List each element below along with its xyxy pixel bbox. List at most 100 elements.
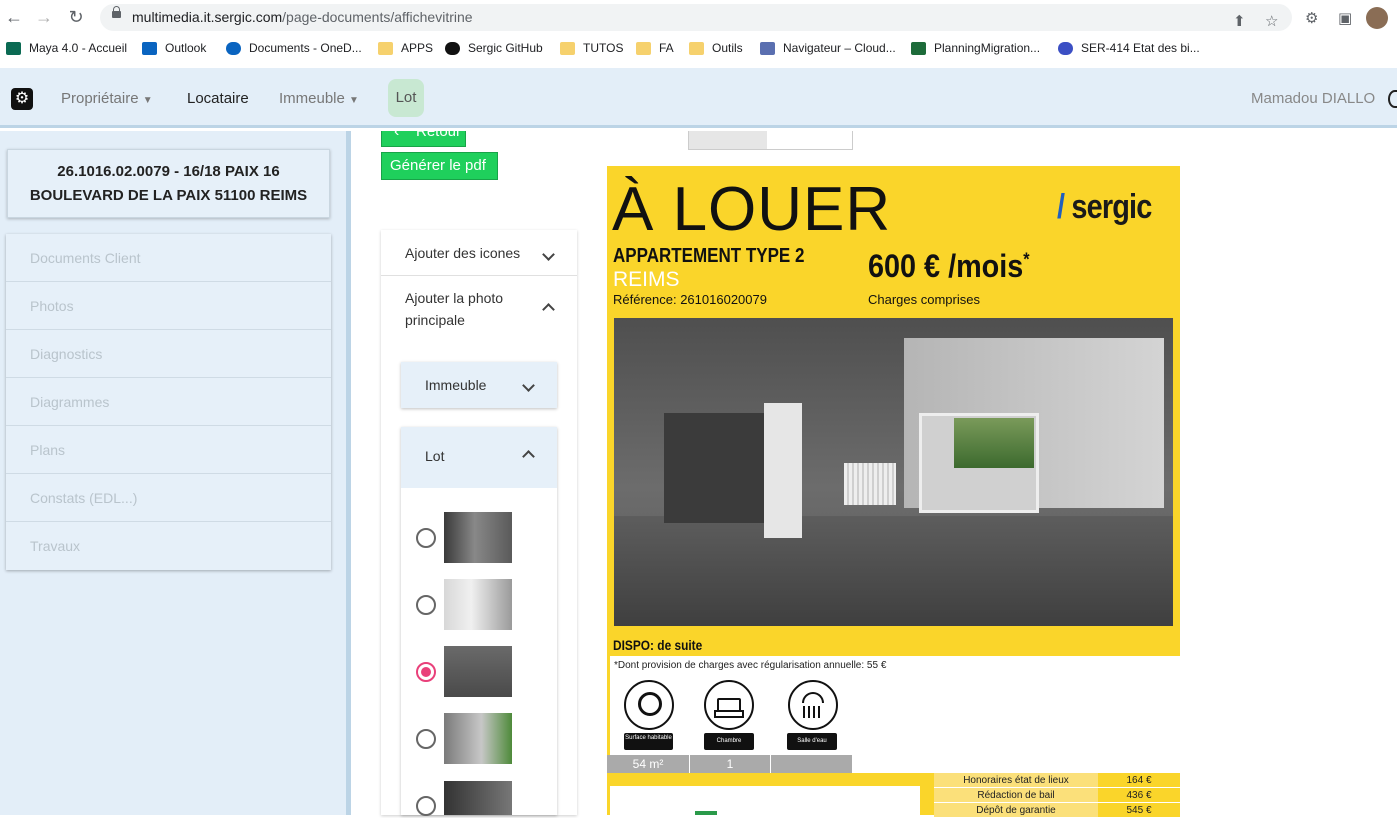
fees-table: Honoraires état de lieux 164 € Rédaction … (934, 773, 1180, 818)
extensions-icon[interactable]: ⚙ (1305, 9, 1318, 27)
lot-address-card: 26.1016.02.0079 - 16/18 PAIX 16 BOULEVAR… (7, 149, 330, 218)
spinner-icon (1388, 90, 1397, 108)
forward-arrow-icon[interactable]: → (33, 6, 55, 28)
folder-icon (689, 41, 704, 55)
salle-eau-value (771, 755, 852, 773)
bookmark-onedrive[interactable]: Documents - OneD... (226, 41, 362, 55)
back-arrow-icon[interactable]: ← (3, 6, 25, 28)
bookmark-maya[interactable]: Maya 4.0 - Accueil (6, 41, 127, 55)
photo-thumbnail-4[interactable] (444, 713, 512, 764)
photo-thumbnail-2[interactable] (444, 579, 512, 630)
bookmark-planning[interactable]: PlanningMigration... (911, 41, 1040, 55)
profile-avatar[interactable] (1366, 7, 1388, 29)
lock-icon (112, 6, 121, 20)
photo-radio-3-selected[interactable] (416, 662, 436, 682)
bookmark-outils[interactable]: Outils (689, 41, 743, 55)
nav-locataire[interactable]: Locataire (187, 90, 249, 107)
bed-icon (704, 680, 754, 730)
app-navbar: ⚙ Propriétaire ▼ Locataire Immeuble ▼ Lo… (0, 68, 1397, 128)
flyer-type: APPARTEMENT TYPE 2 (613, 245, 805, 267)
back-chevron-icon: ‹ (394, 131, 400, 140)
menu-diagrammes[interactable]: Diagrammes (6, 378, 331, 426)
photo-radio-4[interactable] (416, 729, 436, 749)
folder-icon (560, 41, 575, 55)
accordion-lot-header[interactable]: Lot (401, 427, 557, 488)
accordion-ajouter-icones[interactable]: Ajouter des icones (381, 230, 577, 276)
bookmark-navigateur[interactable]: Navigateur – Cloud... (760, 41, 896, 55)
chevron-up-icon (522, 450, 535, 463)
photo-thumbnail-3[interactable] (444, 646, 512, 697)
chambres-value: 1 (690, 755, 770, 773)
flyer-provision: *Dont provision de charges avec régulari… (614, 660, 887, 671)
photo-radio-2[interactable] (416, 595, 436, 615)
outlook-icon (142, 41, 157, 55)
sharepoint-icon (6, 41, 21, 55)
main-apartment-photo (614, 318, 1173, 626)
floor (614, 516, 1173, 626)
flyer-reference: Référence: 261016020079 (613, 292, 767, 307)
photo-radio-1[interactable] (416, 528, 436, 548)
caret-down-icon: ▼ (142, 95, 153, 106)
menu-diagnostics[interactable]: Diagnostics (6, 330, 331, 378)
chevron-down-icon (522, 379, 535, 392)
accordion-ajouter-photo[interactable]: Ajouter la photo principale (381, 277, 577, 343)
documents-menu: Documents Client Photos Diagnostics Diag… (6, 234, 331, 570)
address-bar[interactable]: multimedia.it.sergic.com/page-documents/… (100, 4, 1292, 31)
photo-thumbnail-1[interactable] (444, 512, 512, 563)
flyer-price: 600 € /mois* (868, 248, 1030, 284)
menu-travaux[interactable]: Travaux (6, 522, 331, 570)
side-panel-icon[interactable]: ▣ (1338, 9, 1352, 27)
browser-toolbar: ← → ↻ multimedia.it.sergic.com/page-docu… (0, 0, 1397, 35)
gear-icon[interactable]: ⚙ (11, 88, 33, 110)
retour-button[interactable]: ‹ Retour (381, 131, 466, 147)
view-toggle[interactable] (688, 131, 853, 150)
bookmark-ser414[interactable]: SER-414 Etat des bi... (1058, 41, 1200, 55)
surface-tape-icon (624, 680, 674, 730)
sergic-logo: / sergic (1057, 188, 1152, 226)
flyer-city: REIMS (613, 268, 680, 291)
hallway (664, 413, 764, 523)
menu-photos[interactable]: Photos (6, 282, 331, 330)
jira-icon (1058, 41, 1073, 55)
green-mark (695, 811, 717, 815)
nav-immeuble[interactable]: Immeuble ▼ (279, 90, 359, 107)
caret-down-icon: ▼ (349, 95, 359, 106)
nav-proprietaire[interactable]: Propriétaire ▼ (61, 90, 153, 107)
fee-row: Honoraires état de lieux 164 € (934, 773, 1180, 788)
share-icon[interactable]: ⬆ (1233, 12, 1246, 30)
bookmark-apps[interactable]: APPS (378, 41, 433, 55)
fee-row: Rédaction de bail 436 € (934, 788, 1180, 803)
photo-radio-5[interactable] (416, 796, 436, 816)
user-name[interactable]: Mamadou DIALLO (1251, 90, 1375, 107)
menu-plans[interactable]: Plans (6, 426, 331, 474)
excel-icon (911, 41, 926, 55)
folder-icon (378, 41, 393, 55)
icon-label-surface: Surface habitable (624, 733, 673, 750)
flyer-dispo: DISPO: de suite (613, 637, 703, 653)
flyer-bottom-left (607, 773, 933, 815)
onedrive-icon (226, 41, 241, 55)
open-door (764, 403, 802, 538)
flyer-charges: Charges comprises (868, 292, 980, 307)
accordion-immeuble[interactable]: Immeuble (401, 362, 557, 408)
flyer-headline: À LOUER (612, 175, 892, 244)
menu-constats[interactable]: Constats (EDL...) (6, 474, 331, 522)
nav-lot[interactable]: Lot (388, 79, 424, 117)
bookmark-fa[interactable]: FA (636, 41, 674, 55)
reload-icon[interactable]: ↻ (65, 6, 87, 28)
menu-documents-client[interactable]: Documents Client (6, 234, 331, 282)
generer-pdf-button[interactable]: Générer le pdf (381, 152, 498, 180)
photo-thumbnail-5[interactable] (444, 781, 512, 815)
bookmark-tutos[interactable]: TUTOS (560, 41, 623, 55)
chevron-down-icon (542, 248, 555, 261)
folder-icon (636, 41, 651, 55)
shower-icon (788, 680, 838, 730)
star-icon[interactable]: ☆ (1265, 12, 1278, 30)
bookmarks-bar: Maya 4.0 - Accueil Outlook Documents - O… (0, 35, 1397, 63)
github-icon (445, 41, 460, 55)
bookmark-outlook[interactable]: Outlook (142, 41, 206, 55)
icon-label-salle-eau: Salle d'eau (787, 733, 837, 750)
cloud-navigator-icon (760, 41, 775, 55)
bookmark-github[interactable]: Sergic GitHub (445, 41, 543, 55)
surface-value: 54 m² (607, 755, 689, 773)
